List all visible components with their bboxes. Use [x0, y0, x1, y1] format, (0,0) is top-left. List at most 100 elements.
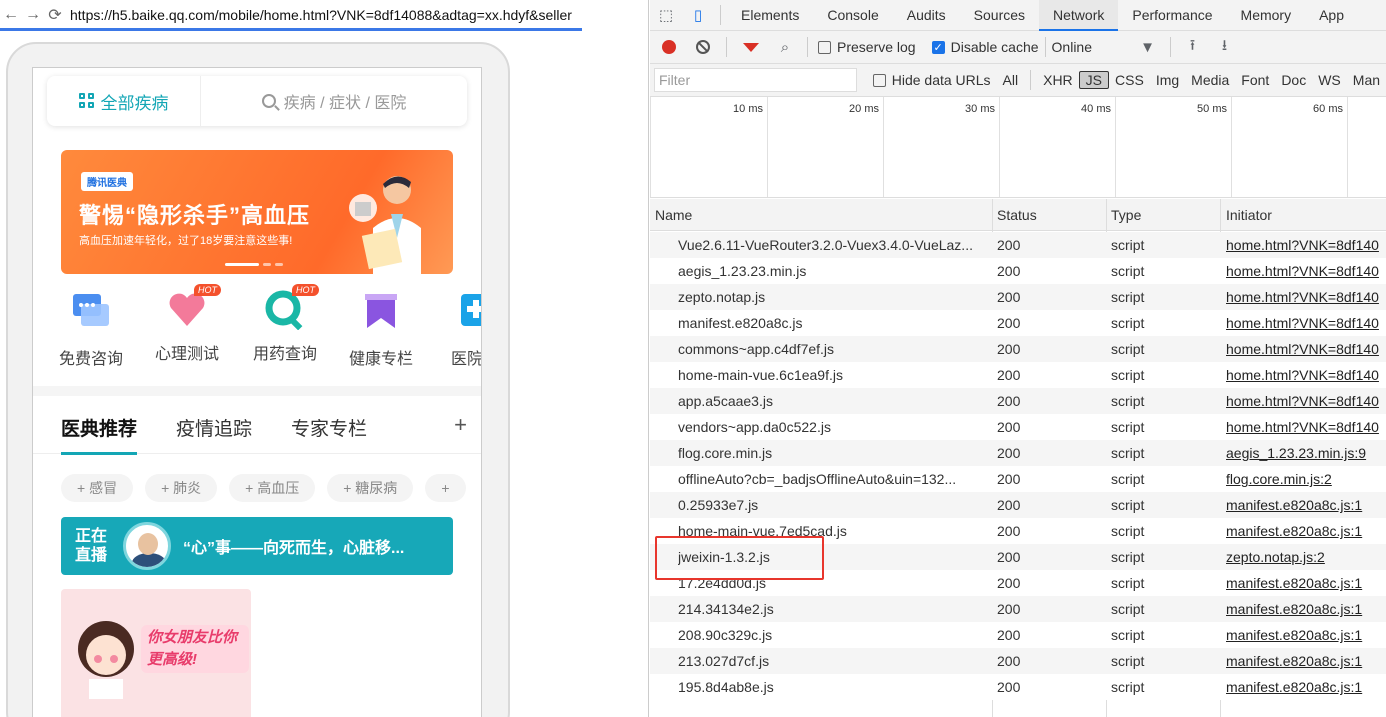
- table-row[interactable]: 195.8d4ab8e.js 200 script manifest.e820a8c.…: [650, 674, 1386, 700]
- request-initiator[interactable]: home.html?VNK=8df140: [1226, 258, 1386, 284]
- request-initiator[interactable]: home.html?VNK=8df140: [1226, 414, 1386, 440]
- request-initiator[interactable]: manifest.e820a8c.js:1: [1226, 648, 1386, 674]
- reload-icon[interactable]: ⟳: [44, 5, 66, 25]
- table-row[interactable]: zepto.notap.js 200 script home.html?VNK=8df…: [650, 284, 1386, 310]
- search-icon[interactable]: ⌕: [775, 37, 795, 57]
- network-overview-timeline[interactable]: 10 ms 20 ms 30 ms 40 ms 50 ms 60 ms: [650, 97, 1386, 198]
- disable-cache-checkbox[interactable]: ✓: [931, 40, 945, 54]
- request-initiator[interactable]: manifest.e820a8c.js:1: [1226, 622, 1386, 648]
- tag-chip[interactable]: + 糖尿病: [327, 474, 414, 502]
- tab-elements[interactable]: Elements: [727, 0, 813, 31]
- import-har-icon[interactable]: ⭱: [1183, 37, 1203, 57]
- table-row[interactable]: app.a5caae3.js 200 script home.html?VNK=8df…: [650, 388, 1386, 414]
- request-initiator[interactable]: home.html?VNK=8df140: [1226, 336, 1386, 362]
- filter-icon[interactable]: [743, 42, 759, 52]
- tab-audits[interactable]: Audits: [893, 0, 960, 31]
- tab-memory[interactable]: Memory: [1227, 0, 1306, 31]
- filter-type-css[interactable]: CSS: [1109, 72, 1150, 88]
- forward-arrow-icon[interactable]: →: [22, 6, 44, 24]
- request-initiator[interactable]: manifest.e820a8c.js:1: [1226, 674, 1386, 700]
- table-row[interactable]: 208.90c329c.js 200 script manifest.e820a8c.…: [650, 622, 1386, 648]
- tag-chip[interactable]: + 肺炎: [145, 474, 218, 502]
- quick-link-hospital[interactable]: 医院挂: [433, 290, 481, 369]
- request-initiator[interactable]: zepto.notap.js:2: [1226, 544, 1386, 570]
- request-initiator[interactable]: flog.core.min.js:2: [1226, 466, 1386, 492]
- tag-chip[interactable]: +: [425, 474, 466, 502]
- divider: [807, 37, 808, 57]
- filter-type-manifest[interactable]: Man: [1347, 72, 1386, 88]
- filter-type-ws[interactable]: WS: [1312, 72, 1347, 88]
- request-name: zepto.notap.js: [678, 289, 766, 305]
- column-initiator-header[interactable]: Initiator: [1226, 207, 1272, 223]
- tab-recommend[interactable]: 医典推荐: [61, 414, 138, 455]
- quick-link-consult[interactable]: 免费咨询: [49, 290, 133, 369]
- request-initiator[interactable]: aegis_1.23.23.min.js:9: [1226, 440, 1386, 466]
- column-status-header[interactable]: Status: [997, 207, 1037, 223]
- filter-type-font[interactable]: Font: [1235, 72, 1275, 88]
- tab-sources[interactable]: Sources: [960, 0, 1039, 31]
- promo-banner[interactable]: 腾讯医典 警惕“隐形杀手”高血压 高血压加速年轻化，过了18岁要注意这些事!: [61, 150, 453, 274]
- chevron-down-icon[interactable]: ▼: [1138, 37, 1158, 57]
- request-initiator[interactable]: home.html?VNK=8df140: [1226, 362, 1386, 388]
- add-tab-button[interactable]: +: [454, 412, 467, 438]
- table-row[interactable]: aegis_1.23.23.min.js 200 script home.html?V…: [650, 258, 1386, 284]
- table-row[interactable]: flog.core.min.js 200 script aegis_1.23.23.m…: [650, 440, 1386, 466]
- request-initiator[interactable]: manifest.e820a8c.js:1: [1226, 518, 1386, 544]
- tag-chip[interactable]: + 高血压: [229, 474, 316, 502]
- request-name: Vue2.6.11-VueRouter3.2.0-Vuex3.4.0-VueLa…: [678, 237, 973, 253]
- table-row[interactable]: offlineAuto?cb=_badjsOfflineAuto&uin=132…: [650, 466, 1386, 492]
- address-bar[interactable]: ← → ⟳ https://h5.baike.qq.com/mobile/hom…: [0, 0, 648, 30]
- quick-link-psych-test[interactable]: HOT 心理测试: [145, 284, 229, 364]
- hot-badge: HOT: [292, 284, 319, 296]
- table-row[interactable]: 213.027d7cf.js 200 script manifest.e820a8c.…: [650, 648, 1386, 674]
- column-type-header[interactable]: Type: [1111, 207, 1141, 223]
- table-row[interactable]: vendors~app.da0c522.js 200 script home.html…: [650, 414, 1386, 440]
- tab-experts[interactable]: 专家专栏: [291, 414, 367, 441]
- request-initiator[interactable]: home.html?VNK=8df140: [1226, 284, 1386, 310]
- filter-type-js[interactable]: JS: [1078, 71, 1110, 89]
- table-row[interactable]: home-main-vue.6c1ea9f.js 200 script home.ht…: [650, 362, 1386, 388]
- filter-type-all[interactable]: All: [997, 72, 1025, 88]
- request-initiator[interactable]: manifest.e820a8c.js:1: [1226, 570, 1386, 596]
- filter-input[interactable]: Filter: [654, 68, 857, 92]
- table-row[interactable]: 214.34134e2.js 200 script manifest.e820a8c.…: [650, 596, 1386, 622]
- hide-data-urls-checkbox[interactable]: [872, 73, 886, 87]
- table-row[interactable]: Vue2.6.11-VueRouter3.2.0-Vuex3.4.0-VueLa…: [650, 232, 1386, 258]
- table-row[interactable]: commons~app.c4df7ef.js 200 script home.html…: [650, 336, 1386, 362]
- tag-chip[interactable]: + 感冒: [61, 474, 134, 502]
- inspect-element-icon[interactable]: ⬚: [656, 5, 676, 25]
- filter-type-xhr[interactable]: XHR: [1037, 72, 1079, 88]
- request-initiator[interactable]: home.html?VNK=8df140: [1226, 388, 1386, 414]
- request-initiator[interactable]: home.html?VNK=8df140: [1226, 310, 1386, 336]
- filter-type-img[interactable]: Img: [1150, 72, 1185, 88]
- search-input[interactable]: 疾病 / 症状 / 医院: [201, 89, 467, 113]
- tab-epidemic[interactable]: 疫情追踪: [176, 414, 252, 441]
- export-har-icon[interactable]: ⭳: [1215, 37, 1235, 57]
- clear-icon[interactable]: [696, 40, 710, 54]
- throttle-select[interactable]: Online: [1052, 39, 1132, 55]
- request-initiator[interactable]: manifest.e820a8c.js:1: [1226, 596, 1386, 622]
- filter-type-doc[interactable]: Doc: [1275, 72, 1312, 88]
- preserve-log-checkbox[interactable]: [818, 40, 831, 54]
- table-row[interactable]: manifest.e820a8c.js 200 script home.html?VN…: [650, 310, 1386, 336]
- quick-link-health-column[interactable]: 健康专栏: [339, 290, 423, 369]
- request-initiator[interactable]: manifest.e820a8c.js:1: [1226, 492, 1386, 518]
- live-stream-banner[interactable]: 正在 直播 “心”事——向死而生，心脏移...: [61, 517, 453, 575]
- url-text[interactable]: https://h5.baike.qq.com/mobile/home.html…: [70, 7, 572, 23]
- back-arrow-icon[interactable]: ←: [0, 6, 22, 24]
- device-toolbar-icon[interactable]: ▯: [688, 5, 708, 25]
- request-type: script: [1111, 237, 1145, 253]
- record-icon[interactable]: [662, 40, 676, 54]
- tab-performance[interactable]: Performance: [1118, 0, 1226, 31]
- article-card[interactable]: 你女朋友比你更高级!: [61, 589, 251, 717]
- quick-link-drug-search[interactable]: HOT 用药查询: [243, 284, 327, 364]
- table-row[interactable]: 0.25933e7.js 200 script manifest.e820a8c.js…: [650, 492, 1386, 518]
- tab-network[interactable]: Network: [1039, 0, 1119, 31]
- tab-console[interactable]: Console: [813, 0, 892, 31]
- quick-link-label: 免费咨询: [58, 351, 123, 368]
- tab-application[interactable]: App: [1305, 0, 1358, 31]
- request-initiator[interactable]: home.html?VNK=8df140: [1226, 232, 1386, 258]
- filter-type-media[interactable]: Media: [1185, 72, 1235, 88]
- column-name-header[interactable]: Name: [655, 207, 692, 223]
- all-diseases-button[interactable]: 全部疾病: [47, 76, 201, 126]
